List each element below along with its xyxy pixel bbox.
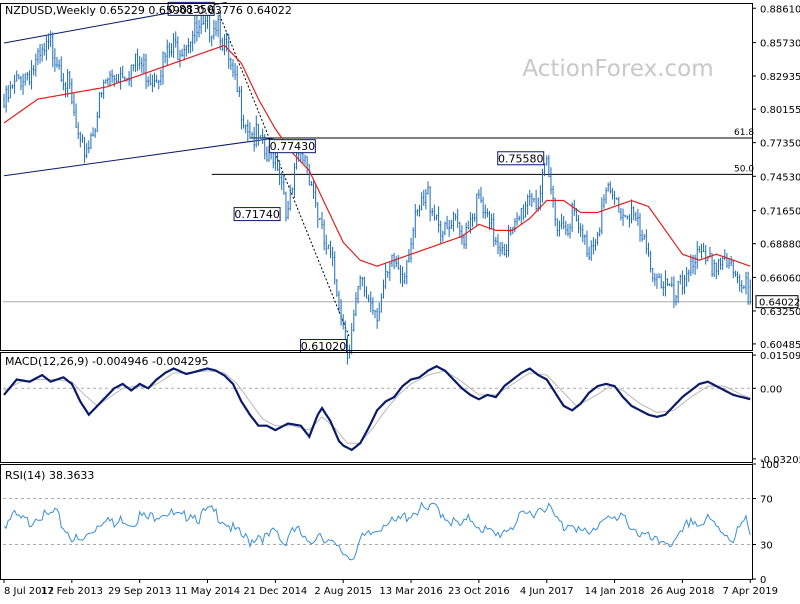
price-ytick-label: 0.82935 — [760, 72, 800, 83]
xtick-label: 11 May 2014 — [175, 586, 240, 597]
price-annotation-label: 0.61020 — [301, 340, 347, 353]
xtick-label: 4 Jun 2017 — [520, 586, 574, 597]
current-price-tag-label: 0.64022 — [759, 298, 800, 309]
macd-ytick-label: 0.00 — [760, 384, 782, 395]
rsi-panel — [4, 503, 750, 560]
price-ytick-label: 0.60485 — [760, 340, 800, 351]
price-ytick-label: 0.80155 — [760, 105, 800, 116]
xtick-label: 21 Dec 2014 — [243, 586, 307, 597]
fib-level-label: 61.8 — [734, 128, 754, 138]
price-ytick-label: 0.85730 — [760, 39, 800, 50]
macd-line — [4, 366, 750, 450]
xtick-label: 26 Aug 2018 — [650, 586, 714, 597]
rsi-ytick-label: 0 — [760, 575, 766, 586]
grid-layer — [3, 302, 752, 545]
price-ytick-label: 0.66060 — [760, 273, 800, 284]
xtick-label: 29 Sep 2013 — [108, 586, 171, 597]
xtick-label: 14 Jan 2018 — [585, 586, 645, 597]
rsi-ytick-label: 30 — [760, 541, 773, 552]
xtick-label: 2 Aug 2015 — [314, 586, 372, 597]
rsi-line — [4, 503, 750, 560]
macd-panel — [4, 366, 750, 450]
xtick-label: 7 Apr 2019 — [723, 586, 778, 597]
labels-layer: NZDUSD,Weekly 0.65229 0.65901 0.63776 0.… — [5, 4, 714, 482]
watermark-text: ActionForex.com — [522, 56, 713, 82]
price-header: NZDUSD,Weekly 0.65229 0.65901 0.63776 0.… — [5, 4, 292, 17]
rsi-ytick-label: 70 — [760, 495, 773, 506]
rsi-header: RSI(14) 38.3633 — [5, 469, 94, 482]
price-ytick-label: 0.88610 — [760, 4, 800, 15]
nzdusd-weekly-chart: 61.850.00.883500.774300.717400.610200.75… — [0, 0, 800, 600]
macd-ytick-label: 0.015093 — [760, 351, 800, 362]
fib-level-label: 50.0 — [734, 164, 754, 174]
rsi-ytick-label: 100 — [760, 460, 779, 471]
macd-panel-frame — [1, 353, 753, 463]
axes-layer: 0.88610 0.85730 0.82935 0.80155 0.77350 0.745… — [1, 4, 800, 598]
xtick-label: 13 Mar 2016 — [379, 586, 442, 597]
macd-header: MACD(12,26,9) -0.004946 -0.004295 — [5, 355, 208, 368]
price-ytick-label: 0.68880 — [760, 240, 800, 251]
price-ytick-label: 0.71650 — [760, 207, 800, 218]
channel-lower-line — [4, 138, 275, 176]
chart-canvas: 61.850.00.883500.774300.717400.610200.75… — [0, 0, 800, 600]
xtick-label: 23 Oct 2016 — [448, 586, 510, 597]
price-ytick-label: 0.77350 — [760, 139, 800, 150]
macd-signal-line — [4, 371, 750, 444]
price-annotation-label: 0.71740 — [234, 208, 280, 221]
xtick-label: 17 Feb 2013 — [41, 586, 103, 597]
price-ytick-label: 0.74530 — [760, 172, 800, 183]
price-annotation-label: 0.77430 — [270, 140, 316, 153]
price-annotation-label: 0.75580 — [498, 152, 544, 165]
